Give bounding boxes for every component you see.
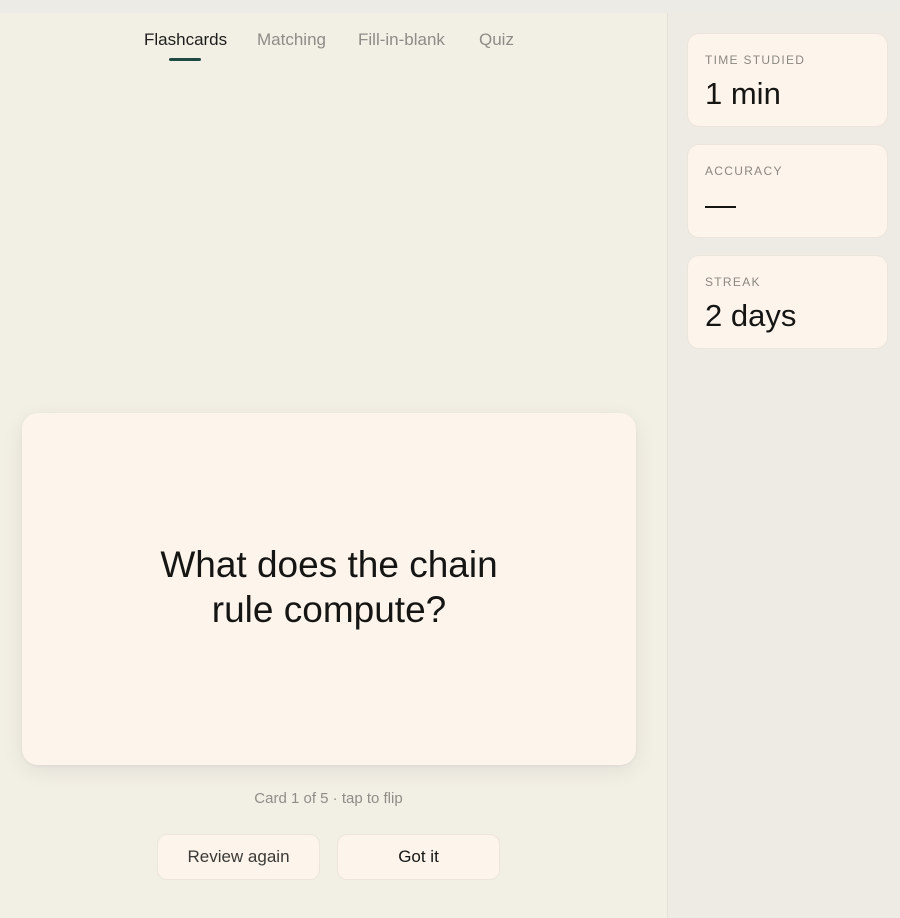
active-tab-indicator [169,58,201,61]
stat-value: 1 min [705,76,781,111]
tab-quiz[interactable]: Quiz [479,30,514,50]
tab-flashcards[interactable]: Flashcards [144,30,227,50]
stat-card-time-studied: TIME STUDIED 1 min [687,33,888,127]
got-it-button[interactable]: Got it [337,834,500,880]
review-again-button[interactable]: Review again [157,834,320,880]
stat-label: ACCURACY [705,164,783,178]
flashcard-question: What does the chain rule compute? [160,543,498,630]
flashcard[interactable]: What does the chain rule compute? [22,413,636,765]
stat-value: — [705,187,736,222]
stat-card-streak: STREAK 2 days [687,255,888,349]
stat-card-accuracy: ACCURACY — [687,144,888,238]
tab-matching[interactable]: Matching [257,30,326,50]
mode-tabs: Flashcards Matching Fill-in-blank Quiz [0,30,667,70]
stat-label: STREAK [705,275,761,289]
tab-fill-in-blank[interactable]: Fill-in-blank [358,30,445,50]
stat-label: TIME STUDIED [705,53,806,67]
stat-value: 2 days [705,298,797,333]
top-strip [0,0,900,13]
card-progress-hint: Card 1 of 5 · tap to flip [254,790,403,807]
